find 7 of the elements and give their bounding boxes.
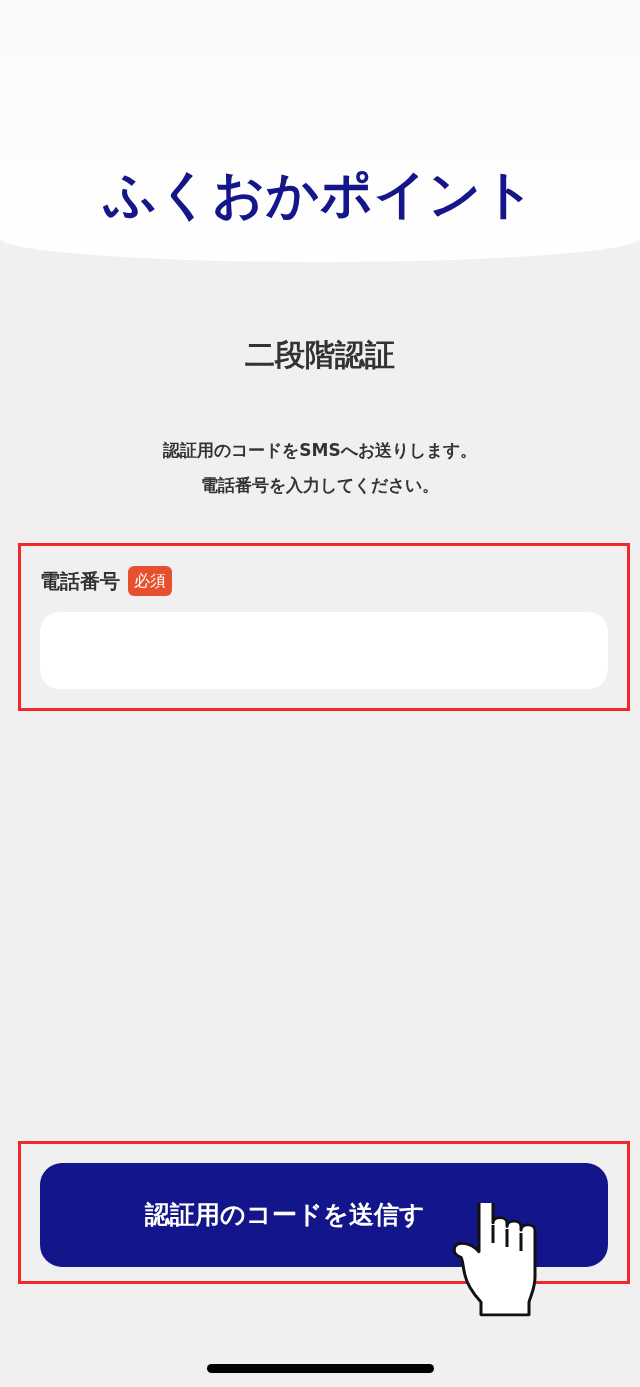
page-title: 二段階認証	[245, 337, 395, 373]
app-logo: ふくおかポイント	[104, 168, 536, 226]
instruction-text: 認証用のコードをSMSへお送りします。	[163, 439, 477, 462]
send-code-button[interactable]: 認証用のコードを送信す	[40, 1163, 608, 1267]
required-badge: 必須	[128, 566, 172, 596]
field-label: 電話番号	[40, 568, 120, 595]
instruction-text: 電話番号を入力してください。	[201, 474, 439, 497]
